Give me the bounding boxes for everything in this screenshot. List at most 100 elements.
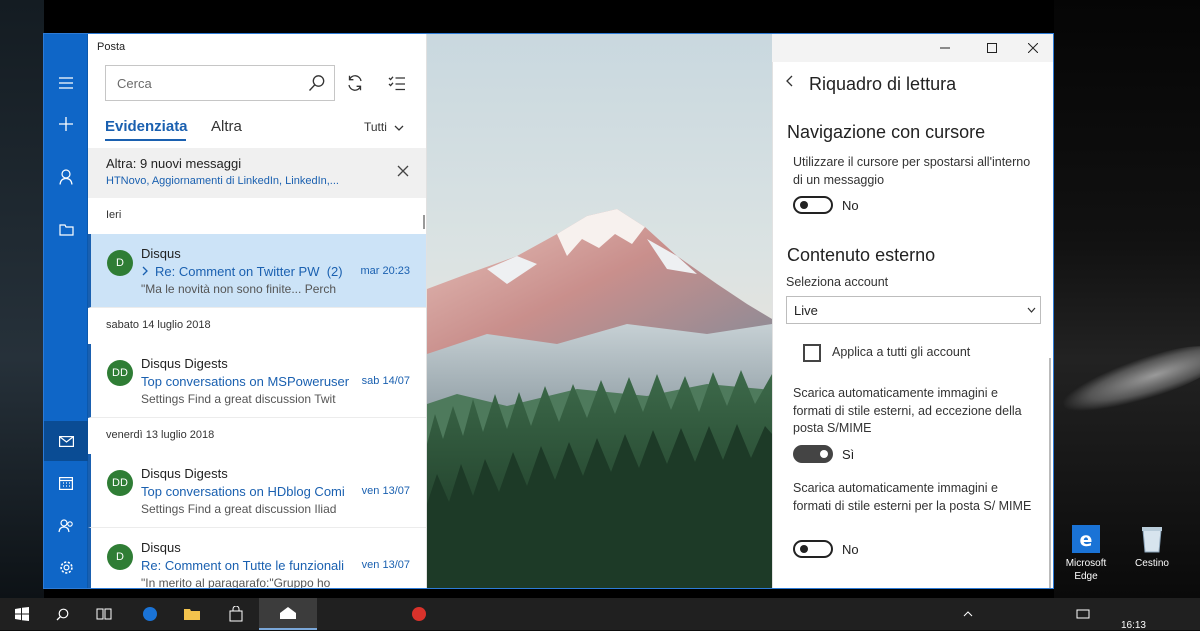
search-input[interactable]: Cerca bbox=[105, 65, 335, 101]
title-bar bbox=[772, 34, 1053, 62]
tray-network[interactable] bbox=[1074, 598, 1092, 630]
back-arrow-icon[interactable] bbox=[786, 75, 794, 87]
preview: "In merito al paragarafo:"Gruppo ho bbox=[141, 576, 331, 589]
folders-button[interactable] bbox=[44, 210, 88, 250]
avatar: D bbox=[107, 544, 133, 570]
start-button[interactable] bbox=[12, 598, 32, 630]
taskbar-mail-active[interactable] bbox=[259, 598, 317, 630]
chevron-down-icon bbox=[1027, 307, 1036, 313]
banner-senders: HTNovo, Aggiornamenti di LinkedIn, Linke… bbox=[106, 175, 339, 187]
account-value: Live bbox=[794, 303, 818, 318]
smime-toggle[interactable] bbox=[793, 540, 833, 558]
clock[interactable]: 16:13 bbox=[1121, 620, 1146, 631]
close-icon bbox=[1028, 43, 1038, 53]
selection-mode-button[interactable] bbox=[386, 72, 408, 94]
chevron-right-icon[interactable] bbox=[141, 266, 149, 276]
close-icon[interactable] bbox=[397, 165, 409, 177]
network-icon bbox=[1076, 609, 1090, 619]
maximize-button[interactable] bbox=[979, 38, 1005, 58]
search-icon bbox=[56, 608, 68, 620]
account-select[interactable]: Live bbox=[786, 296, 1041, 324]
nav-rail bbox=[44, 34, 88, 588]
recycle-bin-label: Cestino bbox=[1135, 558, 1169, 569]
list-item[interactable]: DD Disqus Digests Top conversations on M… bbox=[88, 344, 426, 418]
minimize-button[interactable] bbox=[932, 38, 958, 58]
section-heading-cursor: Navigazione con cursore bbox=[787, 122, 986, 142]
cursor-toggle[interactable] bbox=[793, 196, 833, 214]
date: sab 14/07 bbox=[361, 375, 410, 387]
section-heading-external: Contenuto esterno bbox=[787, 245, 936, 265]
store-icon bbox=[229, 606, 243, 622]
new-mail-button[interactable] bbox=[44, 104, 88, 144]
search-taskbar-button[interactable] bbox=[52, 598, 72, 630]
mail-window: Posta Cerca Evidenziata Altra Tutti Altr… bbox=[43, 33, 1054, 589]
tab-focused[interactable]: Evidenziata bbox=[105, 118, 188, 135]
desktop-icon-edge[interactable]: e Microsoft Edge bbox=[1056, 524, 1116, 583]
preview: Settings Find a great discussion Twit bbox=[141, 392, 336, 406]
maximize-icon bbox=[987, 43, 997, 53]
taskbar-explorer[interactable] bbox=[182, 598, 202, 630]
sender: Disqus Digests bbox=[141, 466, 228, 481]
toggle-knob bbox=[820, 450, 828, 458]
list-item[interactable]: DD Disqus Digests Top conversations on H… bbox=[88, 454, 426, 528]
calendar-switch-button[interactable] bbox=[44, 463, 88, 503]
people-switch-button[interactable] bbox=[44, 506, 88, 546]
tab-focused-underline bbox=[105, 139, 186, 141]
subject: Re: Comment on Twitter PW (2) bbox=[141, 264, 351, 279]
download-description: Scarica automaticamente immagini e forma… bbox=[793, 386, 1022, 435]
sync-icon bbox=[348, 75, 362, 91]
windows-icon bbox=[15, 607, 29, 621]
search-icon[interactable] bbox=[308, 74, 326, 92]
preview: "Ma le novità non sono finite... Perch bbox=[141, 282, 337, 296]
taskbar-store[interactable] bbox=[226, 598, 246, 630]
settings-scrollbar[interactable] bbox=[1049, 358, 1051, 588]
tab-other[interactable]: Altra bbox=[211, 118, 242, 135]
edge-icon bbox=[143, 607, 157, 621]
taskbar-app[interactable] bbox=[408, 598, 430, 630]
settings-button[interactable] bbox=[44, 547, 88, 587]
date-header: sabato 14 luglio 2018 bbox=[88, 310, 426, 344]
accounts-button[interactable] bbox=[44, 157, 88, 197]
filter-label: Tutti bbox=[364, 120, 387, 134]
tray-chevron[interactable] bbox=[960, 598, 976, 630]
subject: Re: Comment on Tutte le funzionali bbox=[141, 558, 345, 573]
list-item[interactable]: D Disqus Re: Comment on Tutte le funzion… bbox=[88, 528, 426, 589]
toggle-knob bbox=[800, 545, 808, 553]
hamburger-button[interactable] bbox=[44, 63, 88, 103]
list-item[interactable]: D Disqus Re: Comment on Twitter PW (2) m… bbox=[88, 234, 426, 308]
date: ven 13/07 bbox=[361, 485, 410, 497]
sync-button[interactable] bbox=[344, 72, 366, 94]
other-inbox-banner[interactable]: Altra: 9 nuovi messaggi HTNovo, Aggiorna… bbox=[88, 148, 426, 198]
download-toggle[interactable] bbox=[793, 445, 833, 463]
chevron-up-icon bbox=[963, 611, 973, 617]
subject-text: Re: Comment on Twitter PW bbox=[155, 264, 320, 279]
cursor-toggle-label: No bbox=[842, 198, 859, 213]
inbox-tabs: Evidenziata Altra Tutti bbox=[105, 118, 415, 141]
preview: Settings Find a great discussion Iliad bbox=[141, 502, 337, 516]
list-scrollbar[interactable] bbox=[423, 215, 425, 229]
sender: Disqus bbox=[141, 540, 181, 555]
hamburger-icon bbox=[59, 77, 73, 89]
task-view-button[interactable] bbox=[94, 598, 114, 630]
chevron-down-icon bbox=[394, 125, 404, 131]
people-icon bbox=[58, 519, 73, 533]
apply-all-checkbox[interactable] bbox=[803, 344, 821, 362]
minimize-icon bbox=[940, 47, 950, 49]
search-placeholder: Cerca bbox=[117, 76, 152, 91]
desktop-icon-recycle-bin[interactable]: Cestino bbox=[1122, 524, 1182, 570]
filter-dropdown[interactable]: Tutti bbox=[364, 120, 404, 134]
plus-icon bbox=[59, 117, 73, 131]
close-button[interactable] bbox=[1020, 38, 1046, 58]
mail-switch-button[interactable] bbox=[44, 421, 88, 461]
date-header: venerdì 13 luglio 2018 bbox=[88, 420, 426, 454]
thread-count: (2) bbox=[326, 264, 343, 279]
checklist-icon bbox=[388, 76, 405, 91]
message-list-pane: Posta Cerca Evidenziata Altra Tutti Altr… bbox=[88, 34, 427, 589]
mail-icon bbox=[58, 435, 74, 447]
recycle-bin-icon bbox=[1137, 524, 1167, 554]
subject: Top conversations on MSPoweruser bbox=[141, 374, 350, 389]
date: ven 13/07 bbox=[361, 559, 410, 571]
background-photo bbox=[427, 34, 772, 588]
app-title: Posta bbox=[97, 41, 126, 53]
taskbar-edge[interactable] bbox=[140, 598, 160, 630]
